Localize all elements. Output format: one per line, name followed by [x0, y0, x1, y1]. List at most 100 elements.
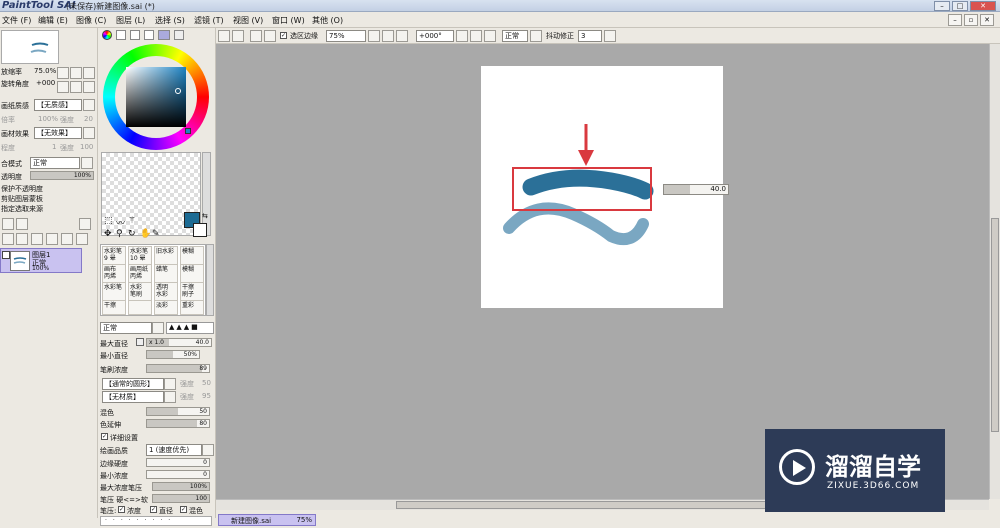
brush-shape-buttons[interactable]: ▲▲▲■: [166, 322, 214, 334]
vertical-scroll-thumb[interactable]: [991, 218, 999, 432]
brush-cell[interactable]: 水彩笔 10 晕: [128, 246, 152, 266]
selection-edge-checkbox[interactable]: ✓: [280, 32, 287, 39]
zoom-out-icon[interactable]: [368, 30, 380, 42]
menu-image[interactable]: 图像 (C): [76, 15, 106, 26]
mask-layer-icon[interactable]: [31, 233, 43, 245]
visibility-eye-icon[interactable]: [2, 251, 10, 259]
brush-cell[interactable]: 水彩笔 9 晕: [102, 246, 126, 266]
background-color-swatch[interactable]: [193, 223, 207, 237]
copy-layer-icon[interactable]: [2, 233, 14, 245]
deselect-icon[interactable]: [218, 30, 230, 42]
brush-cell[interactable]: 水彩笔: [102, 282, 126, 302]
brush-cell[interactable]: 干擦: [102, 300, 126, 315]
hue-ring[interactable]: [103, 44, 209, 150]
new-folder-icon[interactable]: [16, 218, 28, 230]
merge-layer-icon[interactable]: [16, 233, 28, 245]
stabilizer-select[interactable]: 3: [578, 30, 602, 42]
doc-close-button[interactable]: ✕: [980, 14, 994, 26]
density-slider[interactable]: 89: [146, 364, 210, 373]
hand-tool-icon[interactable]: ✋: [140, 229, 151, 239]
pressure-blend-checkbox[interactable]: ✓: [180, 506, 187, 513]
max-size-lock-icon[interactable]: [136, 338, 144, 346]
layer-row-1[interactable]: 图层1 正常 100%: [0, 248, 82, 273]
marquee-tool-icon[interactable]: ⬚: [104, 216, 113, 226]
zoom-tool-icon[interactable]: ⚲: [116, 229, 123, 239]
menu-other[interactable]: 其他 (O): [312, 15, 343, 26]
clip-mask-label[interactable]: 剪贴图层蒙板: [1, 194, 43, 204]
swap-colors-icon[interactable]: ⇆: [202, 212, 208, 220]
eyedropper-tool-icon[interactable]: ✎: [152, 229, 160, 239]
new-layer-icon[interactable]: [2, 218, 14, 230]
rotate-tool-icon[interactable]: ↻: [128, 229, 136, 239]
brush-mode-dropdown-icon[interactable]: [152, 322, 164, 334]
nav-zoom-out-icon[interactable]: [57, 67, 69, 79]
rgb-slider-tab-icon[interactable]: [116, 30, 126, 40]
document-tab[interactable]: 新建图像.sai 75%: [218, 514, 316, 526]
select-all-icon[interactable]: [232, 30, 244, 42]
brush-cell[interactable]: 旧水彩: [154, 246, 178, 266]
preserve-opacity-label[interactable]: 保护不透明度: [1, 184, 43, 194]
pressure-slider[interactable]: 100: [152, 494, 210, 503]
brush-cell[interactable]: 干擦 刷子: [180, 282, 204, 302]
detail-settings-checkbox[interactable]: ✓: [101, 433, 108, 440]
menu-edit[interactable]: 编辑 (E): [38, 15, 68, 26]
brush-mode-select[interactable]: 正常: [100, 322, 152, 334]
min-density-slider[interactable]: 0: [146, 470, 210, 479]
minimize-button[interactable]: –: [934, 1, 950, 11]
quality-select[interactable]: 1 (速度优先): [146, 444, 202, 456]
navigator-preview[interactable]: [1, 30, 59, 64]
brush-size-presets[interactable]: ·········: [100, 516, 212, 526]
saturation-value-square[interactable]: [126, 67, 186, 127]
layer-blend-dropdown-icon[interactable]: [81, 157, 93, 169]
min-size-slider[interactable]: 50%: [146, 350, 200, 359]
brush-cell[interactable]: 透明 水彩: [154, 282, 178, 302]
combine-layer-icon[interactable]: [61, 233, 73, 245]
dilution-slider[interactable]: 80: [146, 419, 210, 428]
mixer-tab-icon[interactable]: [144, 30, 154, 40]
brush-texture-select[interactable]: 【无材质】: [102, 391, 164, 403]
brush-cell[interactable]: 画布 丙烯: [102, 264, 126, 284]
brush-shape-select[interactable]: 【通常的圆形】: [102, 378, 164, 390]
zoom-in-icon[interactable]: [382, 30, 394, 42]
blend-select[interactable]: 正常: [502, 30, 528, 42]
layer-blend-select[interactable]: 正常: [30, 157, 80, 169]
doc-restore-button[interactable]: ▫: [964, 14, 978, 26]
pressure-size-checkbox[interactable]: ✓: [150, 506, 157, 513]
delete-layer-icon[interactable]: [76, 233, 88, 245]
brush-grid-scrollbar[interactable]: [206, 244, 214, 316]
menu-select[interactable]: 选择 (S): [155, 15, 185, 26]
paper-texture-select[interactable]: 【无质感】: [34, 99, 82, 111]
quality-dropdown-icon[interactable]: [202, 444, 214, 456]
color-wheel-tab-icon[interactable]: [102, 30, 112, 40]
brush-cell[interactable]: 模糊: [180, 264, 204, 284]
menu-window[interactable]: 窗口 (W): [272, 15, 305, 26]
lasso-tool-icon[interactable]: 〰: [116, 216, 125, 229]
horizontal-scroll-thumb[interactable]: [396, 501, 816, 509]
doc-minimize-button[interactable]: –: [948, 14, 962, 26]
max-pressure-slider[interactable]: 100%: [152, 482, 210, 491]
brush-cell[interactable]: [128, 300, 152, 315]
clear-icon[interactable]: [264, 30, 276, 42]
paper-texture-dropdown-icon[interactable]: [83, 99, 95, 111]
paper-effect-select[interactable]: 【无效果】: [34, 127, 82, 139]
brush-cell[interactable]: 蜡笔: [154, 264, 178, 284]
layer-opacity-slider[interactable]: 100%: [30, 171, 94, 180]
scratchpad-tab-icon[interactable]: [174, 30, 184, 40]
nav-rotate-right-icon[interactable]: [70, 81, 82, 93]
zoom-select[interactable]: 75%: [326, 30, 366, 42]
sv-picker-handle[interactable]: [175, 88, 181, 94]
select-source-label[interactable]: 指定选取来源: [1, 204, 43, 214]
brush-cell[interactable]: 水彩 笔刷: [128, 282, 152, 302]
brush-texture-dropdown-icon[interactable]: [164, 391, 176, 403]
swatch-tab-icon[interactable]: [158, 30, 170, 40]
nav-rotate-left-icon[interactable]: [57, 81, 69, 93]
paper-effect-dropdown-icon[interactable]: [83, 127, 95, 139]
hue-picker-handle[interactable]: [185, 128, 191, 134]
zoom-reset-icon[interactable]: [396, 30, 408, 42]
rotate-right-icon[interactable]: [470, 30, 482, 42]
maximize-button[interactable]: □: [952, 1, 968, 11]
vertical-scrollbar[interactable]: [989, 44, 1000, 499]
brush-shape-dropdown-icon[interactable]: [164, 378, 176, 390]
brush-cell[interactable]: 模糊: [180, 246, 204, 266]
nav-zoom-in-icon[interactable]: [70, 67, 82, 79]
